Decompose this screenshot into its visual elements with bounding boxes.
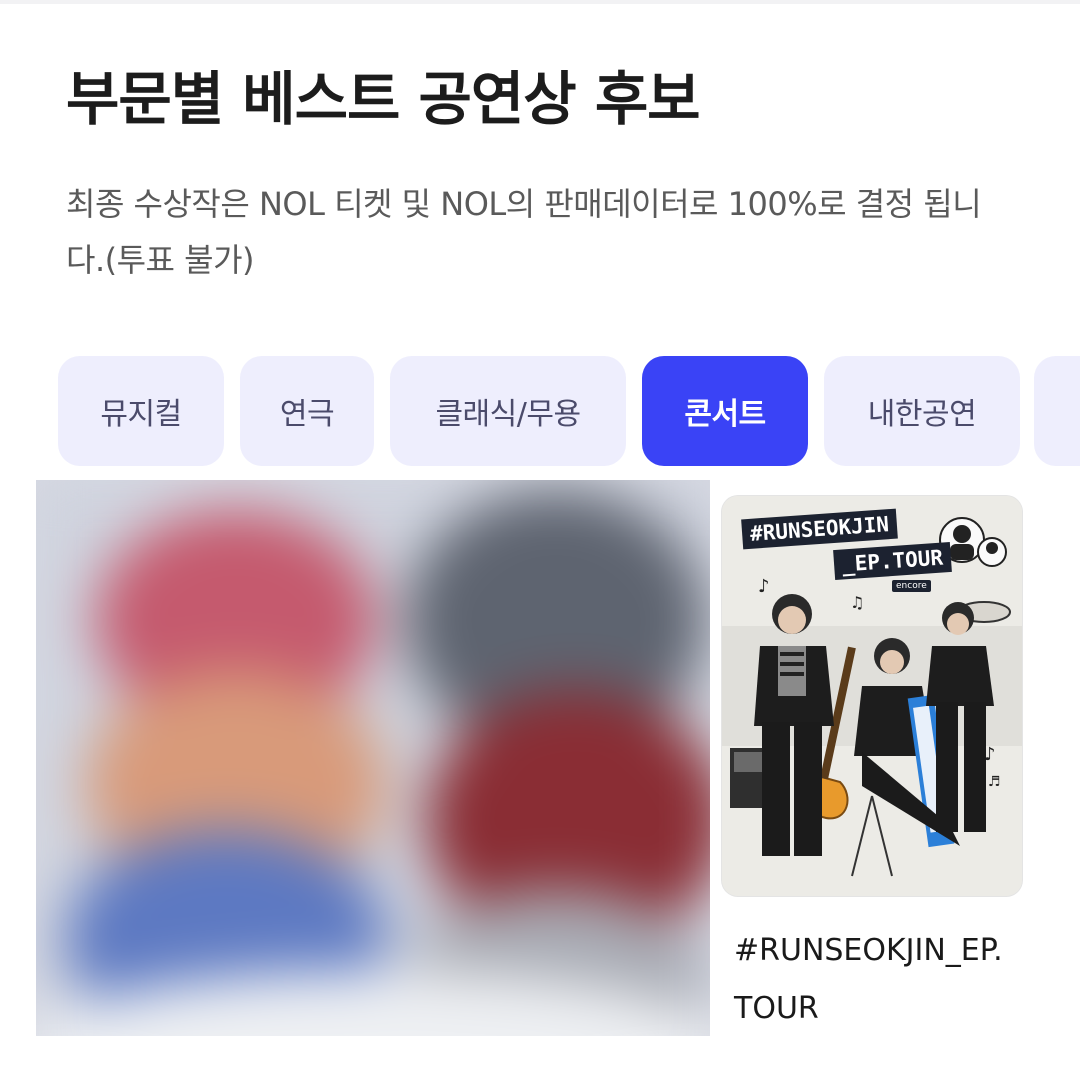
- svg-text:♬: ♬: [988, 774, 1001, 790]
- blurred-poster-card[interactable]: [36, 480, 710, 1036]
- tab-overseas-performance[interactable]: 내한공연: [824, 356, 1020, 466]
- page: 부문별 베스트 공연상 후보 최종 수상작은 NOL 티켓 및 NOL의 판매데…: [0, 0, 1080, 1074]
- page-title: 부문별 베스트 공연상 후보: [66, 65, 701, 133]
- poster-badge: encore: [892, 580, 931, 592]
- category-tabs: 뮤지컬 연극 클래식/무용 콘서트 내한공연: [58, 356, 1080, 466]
- svg-text:♫: ♫: [850, 593, 864, 612]
- tab-next-partial[interactable]: [1034, 356, 1080, 466]
- tab-concert[interactable]: 콘서트: [642, 356, 808, 466]
- page-description: 최종 수상작은 NOL 티켓 및 NOL의 판매데이터로 100%로 결정 됩니…: [66, 185, 982, 279]
- item-title[interactable]: #RUNSEOKJIN_EP.TOUR: [734, 922, 1014, 1038]
- tab-play[interactable]: 연극: [240, 356, 374, 466]
- poster-runseokjin[interactable]: ♪ ♫ ♪ ♬ ♪: [722, 496, 1022, 896]
- blurred-image: [36, 480, 710, 1036]
- svg-text:♪: ♪: [758, 576, 770, 597]
- tab-musical[interactable]: 뮤지컬: [58, 356, 224, 466]
- tab-classic-dance[interactable]: 클래식/무용: [390, 356, 626, 466]
- top-divider: [0, 0, 1080, 4]
